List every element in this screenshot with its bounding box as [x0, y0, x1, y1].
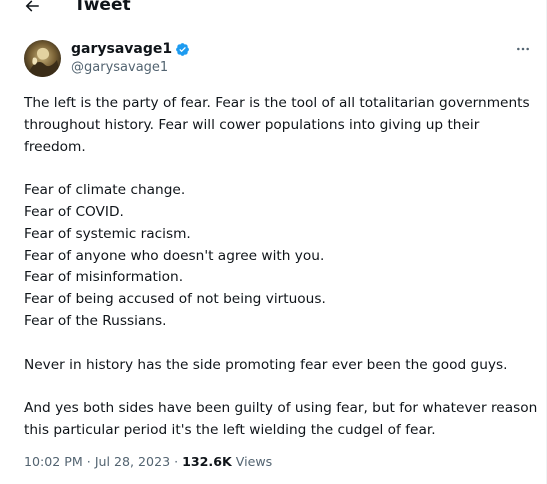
meta-separator: ·	[174, 454, 179, 469]
tweet-line: Fear of being accused of not being virtu…	[24, 291, 326, 308]
tweet-paragraph: Never in history has the side promoting …	[24, 356, 508, 373]
tweet-line: Fear of COVID.	[24, 203, 124, 220]
page-title: Tweet	[74, 0, 131, 15]
verified-badge-icon[interactable]	[175, 42, 190, 57]
tweet-time[interactable]: 10:02 PM	[24, 454, 83, 469]
tweet-paragraph: And yes both sides have been guilty of u…	[24, 400, 538, 438]
avatar-photo	[24, 40, 61, 77]
meta-separator: ·	[86, 454, 91, 469]
tweet-line: Fear of misinformation.	[24, 269, 184, 286]
page-header: Tweet	[0, 0, 546, 20]
tweet-paragraph: The left is the party of fear. Fear is t…	[24, 95, 530, 155]
tweet-line: Fear of the Russians.	[24, 312, 167, 329]
tweet-text: The left is the party of fear. Fear is t…	[24, 93, 539, 442]
more-options-button[interactable]	[513, 40, 533, 58]
tweet-date[interactable]: Jul 28, 2023	[95, 454, 170, 469]
author-info: garysavage1 @garysavage1	[71, 40, 190, 77]
tweet-meta: 10:02 PM · Jul 28, 2023 · 132.6K Views	[24, 453, 272, 471]
tweet-line: Fear of systemic racism.	[24, 225, 191, 242]
author-handle[interactable]: @garysavage1	[71, 59, 190, 77]
author-display-name[interactable]: garysavage1	[71, 40, 172, 58]
arrow-left-icon	[25, 0, 39, 12]
avatar[interactable]	[24, 40, 61, 77]
tweet-line: Fear of climate change.	[24, 182, 186, 199]
views-label: Views	[235, 454, 273, 469]
name-row: garysavage1	[71, 40, 190, 58]
back-button[interactable]	[18, 0, 46, 18]
more-horizontal-icon	[517, 47, 529, 51]
views-count: 132.6K	[182, 454, 232, 469]
tweet-line: Fear of anyone who doesn't agree with yo…	[24, 247, 325, 264]
